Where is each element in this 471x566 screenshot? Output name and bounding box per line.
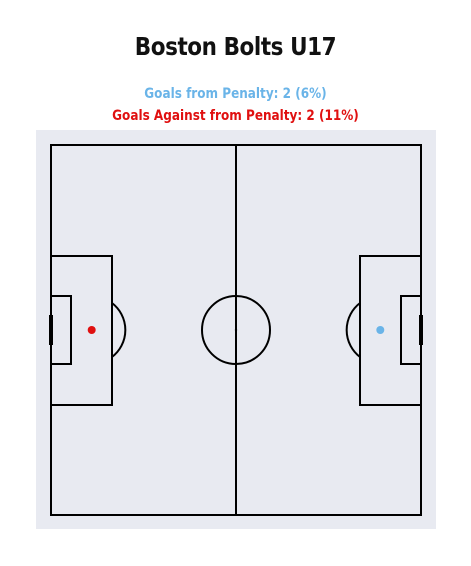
centre-spot	[234, 328, 238, 332]
goal-for-point-0	[376, 326, 385, 334]
pitch-chart	[36, 130, 436, 529]
goal-against-point-0	[87, 326, 96, 334]
